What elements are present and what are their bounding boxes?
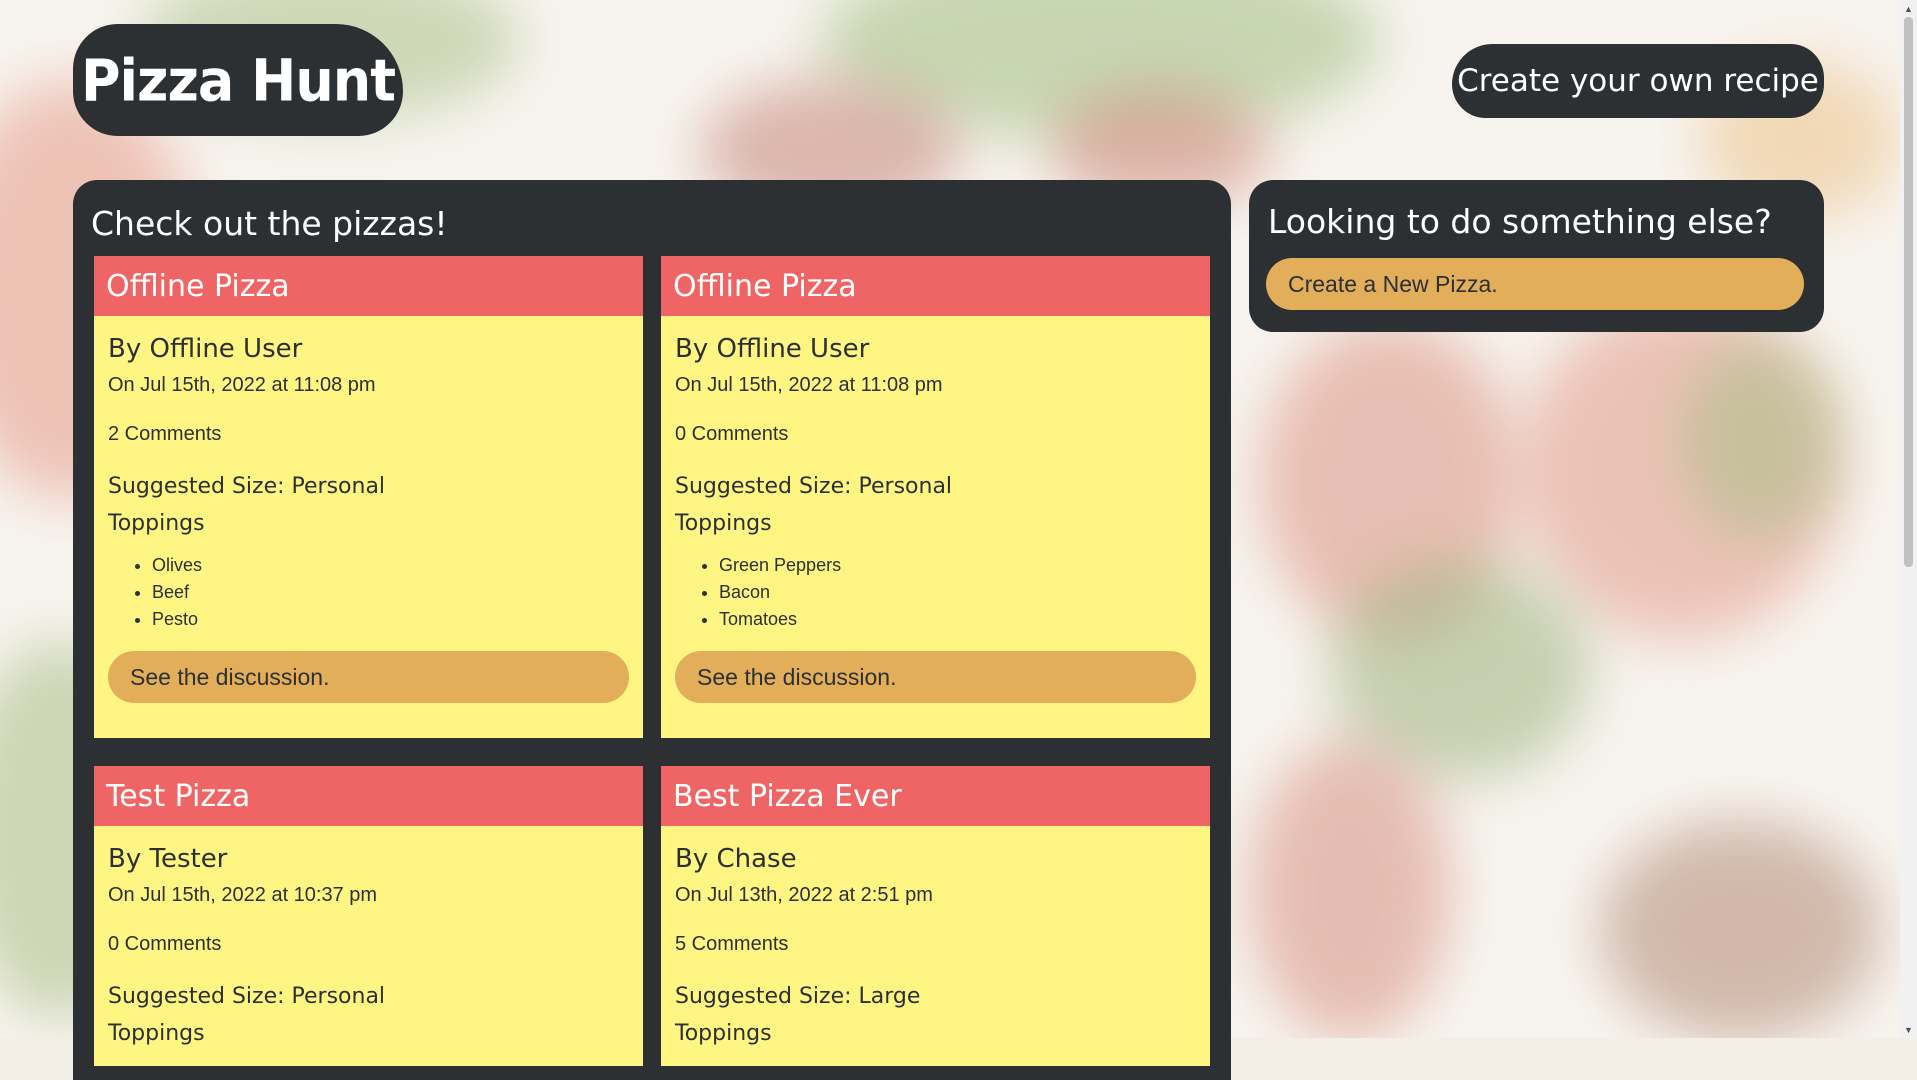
pizza-comments: 2 Comments <box>108 423 222 445</box>
pizza-size: Suggested Size: Large <box>675 984 921 1009</box>
panel-title: Check out the pizzas! <box>91 204 448 243</box>
topping-item: Olives <box>152 552 629 579</box>
topping-item: Beef <box>152 579 629 606</box>
pizza-size: Suggested Size: Personal <box>108 984 386 1009</box>
chevron-up-icon[interactable]: ▲ <box>1900 0 1917 17</box>
toppings-label: Toppings <box>675 1021 772 1046</box>
toppings-list: Green Peppers Bacon Tomatoes <box>675 552 1196 633</box>
pizza-author: By Offline User <box>108 334 303 364</box>
pizza-comments: 0 Comments <box>108 933 222 955</box>
pizza-author: By Chase <box>675 844 797 874</box>
create-recipe-button[interactable]: Create your own recipe <box>1452 44 1824 118</box>
see-discussion-button[interactable]: See the discussion. <box>108 651 629 703</box>
scrollbar-thumb[interactable] <box>1904 17 1913 567</box>
sidebar-title: Looking to do something else? <box>1268 202 1772 241</box>
pizza-card: Test Pizza By Tester On Jul 15th, 2022 a… <box>94 766 643 1066</box>
topping-item: Bacon <box>719 579 1196 606</box>
site-logo[interactable]: Pizza Hunt <box>73 24 403 136</box>
pizza-date: On Jul 15th, 2022 at 11:08 pm <box>108 374 376 396</box>
pizza-comments: 5 Comments <box>675 933 789 955</box>
pizza-name: Offline Pizza <box>661 256 1210 316</box>
pizza-author: By Tester <box>108 844 228 874</box>
topping-item: Tomatoes <box>719 606 1196 633</box>
toppings-label: Toppings <box>108 1021 205 1046</box>
vertical-scrollbar[interactable]: ▲ ▼ <box>1900 0 1917 1038</box>
topping-item: Pesto <box>152 606 629 633</box>
pizza-name: Offline Pizza <box>94 256 643 316</box>
toppings-label: Toppings <box>108 511 205 536</box>
see-discussion-button[interactable]: See the discussion. <box>675 651 1196 703</box>
pizza-card: Best Pizza Ever By Chase On Jul 13th, 20… <box>661 766 1210 1066</box>
pizza-date: On Jul 15th, 2022 at 10:37 pm <box>108 884 378 906</box>
create-new-pizza-button[interactable]: Create a New Pizza. <box>1266 258 1804 310</box>
pizza-date: On Jul 15th, 2022 at 11:08 pm <box>675 374 943 396</box>
pizza-size: Suggested Size: Personal <box>108 474 386 499</box>
pizza-card: Offline Pizza By Offline User On Jul 15t… <box>661 256 1210 738</box>
chevron-down-icon[interactable]: ▼ <box>1900 1021 1917 1038</box>
logo-text: Pizza Hunt <box>80 45 396 115</box>
topping-item: Green Peppers <box>719 552 1196 579</box>
pizza-size: Suggested Size: Personal <box>675 474 953 499</box>
pizza-name: Test Pizza <box>94 766 643 826</box>
pizza-author: By Offline User <box>675 334 870 364</box>
pizza-card: Offline Pizza By Offline User On Jul 15t… <box>94 256 643 738</box>
pizza-date: On Jul 13th, 2022 at 2:51 pm <box>675 884 933 906</box>
pizza-comments: 0 Comments <box>675 423 789 445</box>
pizza-name: Best Pizza Ever <box>661 766 1210 826</box>
toppings-label: Toppings <box>675 511 772 536</box>
sidebar-panel: Looking to do something else? Create a N… <box>1249 180 1824 332</box>
toppings-list: Olives Beef Pesto <box>108 552 629 633</box>
pizza-list-panel: Check out the pizzas! Offline Pizza By O… <box>73 180 1231 1080</box>
